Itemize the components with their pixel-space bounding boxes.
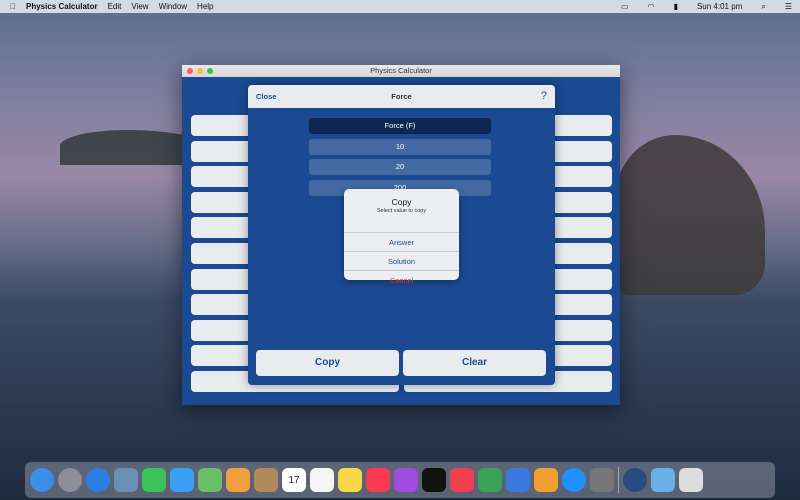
wifi-icon[interactable]: ◠: [648, 2, 655, 12]
window-title: Physics Calculator: [370, 66, 432, 75]
battery-icon[interactable]: ▮: [674, 2, 678, 12]
menu-window[interactable]: Window: [159, 2, 187, 11]
contacts-icon[interactable]: [254, 468, 278, 492]
maps-icon[interactable]: [198, 468, 222, 492]
minimize-window-button[interactable]: [197, 68, 203, 74]
zoom-window-button[interactable]: [207, 68, 213, 74]
menu-bar:  Physics Calculator Edit View Window He…: [0, 0, 800, 13]
physics-calculator-icon[interactable]: [623, 468, 647, 492]
answer-button[interactable]: Answer: [344, 232, 459, 251]
close-window-button[interactable]: [187, 68, 193, 74]
keynote-icon[interactable]: [506, 468, 530, 492]
notes-icon[interactable]: [338, 468, 362, 492]
field-header: Force (F): [309, 118, 491, 134]
tv-icon[interactable]: [422, 468, 446, 492]
photos-icon[interactable]: [226, 468, 250, 492]
system-preferences-icon[interactable]: [590, 468, 614, 492]
dock: 17: [25, 462, 775, 498]
copy-alert: Copy Select value to copy Answer Solutio…: [344, 189, 459, 285]
menu-edit[interactable]: Edit: [108, 2, 122, 11]
close-button[interactable]: Close: [256, 85, 276, 108]
help-button[interactable]: ?: [541, 85, 547, 108]
airplay-icon[interactable]: ▭: [621, 2, 629, 12]
safari-icon[interactable]: [86, 468, 110, 492]
clear-button[interactable]: Clear: [403, 350, 546, 376]
launchpad-icon[interactable]: [58, 468, 82, 492]
modal-header: Close Force ?: [248, 85, 555, 108]
finder-icon[interactable]: [30, 468, 54, 492]
wallpaper-island: [615, 135, 765, 295]
solution-button[interactable]: Solution: [344, 251, 459, 270]
alert-subtitle: Select value to copy: [376, 208, 427, 214]
control-center-icon[interactable]: ☰: [785, 2, 792, 12]
calendar-icon[interactable]: 17: [282, 468, 306, 492]
trash-icon[interactable]: [679, 468, 703, 492]
podcasts-icon[interactable]: [394, 468, 418, 492]
messages-icon[interactable]: [170, 468, 194, 492]
music-icon[interactable]: [366, 468, 390, 492]
alert-title: Copy: [391, 197, 412, 207]
search-icon[interactable]: ⌕: [761, 2, 765, 12]
value-field[interactable]: 20: [309, 159, 491, 175]
downloads-folder-icon[interactable]: [651, 468, 675, 492]
numbers-icon[interactable]: [478, 468, 502, 492]
clock[interactable]: Sun 4:01 pm: [697, 2, 742, 12]
modal-title: Force: [391, 92, 412, 101]
dock-separator: [618, 467, 619, 493]
pages-icon[interactable]: [534, 468, 558, 492]
menu-app[interactable]: Physics Calculator: [26, 2, 98, 11]
cancel-button[interactable]: Cancel: [344, 270, 459, 289]
menu-view[interactable]: View: [131, 2, 148, 11]
facetime-icon[interactable]: [142, 468, 166, 492]
app-store-icon[interactable]: [562, 468, 586, 492]
reminders-icon[interactable]: [310, 468, 334, 492]
menu-help[interactable]: Help: [197, 2, 213, 11]
copy-button[interactable]: Copy: [256, 350, 399, 376]
title-bar: Physics Calculator: [182, 65, 620, 77]
value-field[interactable]: 10: [309, 139, 491, 155]
preview-icon[interactable]: [114, 468, 138, 492]
news-icon[interactable]: [450, 468, 474, 492]
apple-icon[interactable]: : [10, 2, 16, 11]
